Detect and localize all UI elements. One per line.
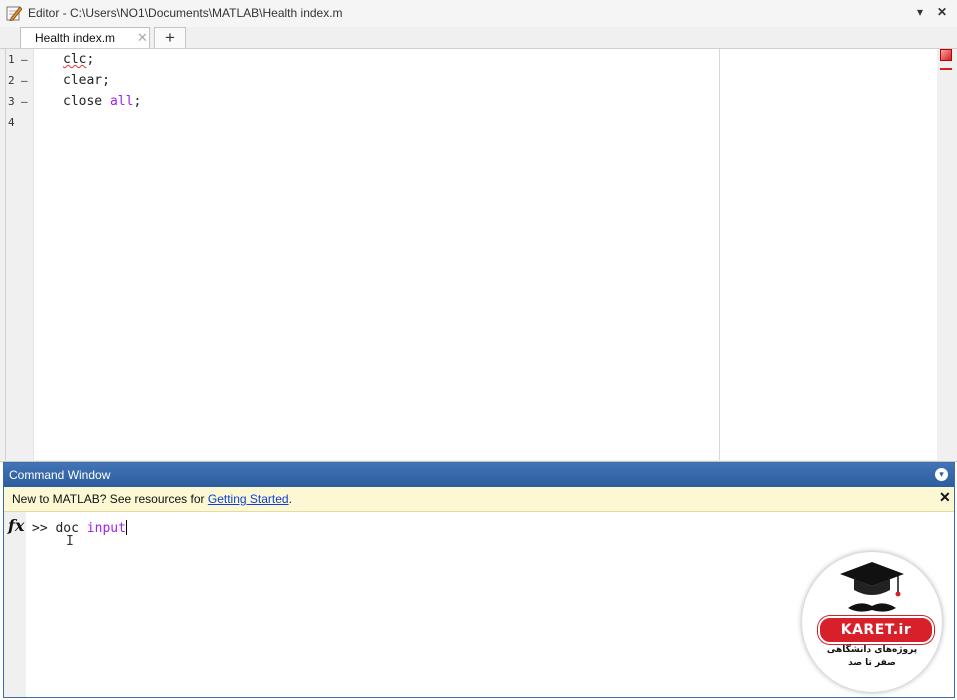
code-line: close all; — [63, 94, 141, 109]
banner-message: New to MATLAB? See resources for Getting… — [12, 492, 292, 506]
text-cursor — [125, 520, 127, 535]
code-keyword: all — [109, 94, 134, 109]
command-window-titlebar: Command Window ▾ — [4, 463, 954, 487]
editor-close-icon[interactable]: ✕ — [937, 5, 947, 19]
breakpoint-dash[interactable]: – — [21, 74, 28, 87]
editor-panel: Editor - C:\Users\NO1\Documents\MATLAB\H… — [0, 0, 957, 462]
right-margin-line — [719, 49, 720, 460]
add-tab-button[interactable]: + — [154, 27, 186, 48]
message-bar — [937, 49, 957, 460]
logo-badge: KARET.ir — [818, 616, 934, 644]
prompt-symbol: >> — [32, 521, 56, 536]
logo-tagline: پروژه‌های دانشگاهی — [826, 645, 918, 655]
editor-title: Editor - C:\Users\NO1\Documents\MATLAB\H… — [28, 6, 343, 20]
line-number: 2 — [8, 74, 15, 87]
line-number-gutter — [6, 49, 34, 460]
command-gutter — [4, 512, 26, 697]
command-window-title: Command Window — [9, 468, 111, 482]
code-text: ; — [86, 52, 95, 67]
getting-started-banner: New to MATLAB? See resources for Getting… — [4, 487, 954, 512]
line-number: 4 — [8, 116, 15, 129]
graduation-cap-icon — [840, 562, 904, 612]
command-window-menu-icon[interactable]: ▾ — [935, 468, 948, 481]
command-argument: input — [86, 521, 126, 536]
karet-logo: KARET.ir پروژه‌های دانشگاهی صفر تا صد — [802, 552, 942, 692]
code-text: clear; — [63, 73, 110, 88]
ibeam-cursor-icon: I — [66, 534, 74, 549]
line-number: 3 — [8, 95, 15, 108]
function-browser-icon[interactable]: fx — [8, 516, 24, 535]
banner-close-icon[interactable]: ✕ — [939, 489, 951, 506]
editor-menu-icon[interactable]: ▾ — [917, 5, 923, 19]
line-number: 1 — [8, 53, 15, 66]
code-editor[interactable]: 1 – 2 – 3 – 4 clc; clear; close all; — [5, 49, 938, 460]
tab-close-icon[interactable]: ✕ — [137, 30, 148, 46]
code-text: ; — [133, 94, 142, 109]
tab-label: Health index.m — [35, 31, 116, 45]
command-input[interactable]: >> doc input — [32, 520, 127, 536]
editor-titlebar: Editor - C:\Users\NO1\Documents\MATLAB\H… — [0, 0, 957, 27]
logo-tagline-2: صفر تا صد — [848, 658, 896, 668]
code-line: clc; — [63, 52, 94, 67]
banner-suffix: . — [288, 492, 292, 506]
getting-started-link[interactable]: Getting Started — [208, 492, 289, 506]
code-line: clear; — [63, 73, 110, 88]
banner-text: New to MATLAB? See resources for — [12, 492, 208, 506]
code-text: clc — [63, 52, 87, 67]
code-text: close — [63, 94, 110, 109]
code-analyzer-status-icon[interactable] — [940, 49, 952, 61]
breakpoint-dash[interactable]: – — [21, 53, 28, 66]
tab-health-index[interactable]: Health index.m ✕ — [20, 27, 150, 48]
editor-pencil-icon — [6, 6, 22, 21]
warning-marker[interactable] — [940, 68, 952, 70]
breakpoint-dash[interactable]: – — [21, 95, 28, 108]
editor-tab-bar: Health index.m ✕ + — [0, 27, 957, 49]
logo-brand: KARET.ir — [840, 622, 912, 638]
